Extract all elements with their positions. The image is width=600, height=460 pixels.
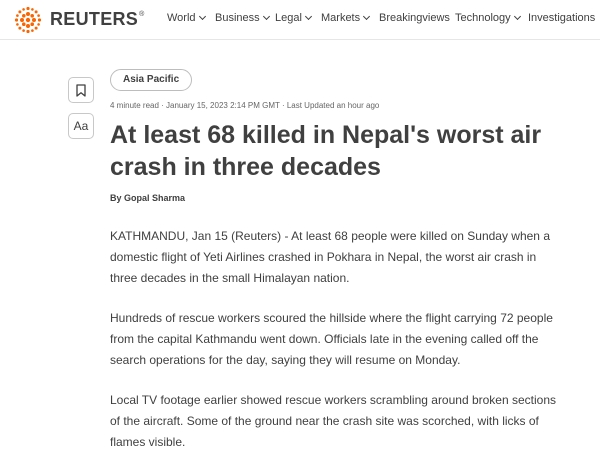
text-size-button[interactable]: Aa (68, 113, 94, 139)
nav-item-markets[interactable]: Markets (321, 12, 371, 24)
nav-label: Breakingviews (379, 12, 450, 24)
chevron-down-icon (262, 12, 270, 21)
chevron-down-icon (198, 12, 206, 21)
article-byline: By Gopal Sharma (110, 193, 186, 203)
nav-label: Markets (321, 12, 361, 24)
brand-wordmark[interactable]: REUTERS® (50, 9, 145, 30)
nav-item-breakingviews[interactable]: Breakingviews (379, 12, 450, 24)
nav-item-legal[interactable]: Legal (275, 12, 312, 24)
article-paragraph: Hundreds of rescue workers scoured the h… (110, 311, 553, 367)
section-tag[interactable]: Asia Pacific (110, 69, 193, 91)
nav-label: Technology (455, 12, 511, 24)
nav-label: Legal (275, 12, 302, 24)
article-paragraph: KATHMANDU, Jan 15 (Reuters) - At least 6… (110, 229, 550, 285)
bookmark-icon (76, 83, 86, 97)
article-paragraph: Local TV footage earlier showed rescue w… (110, 393, 557, 449)
chevron-down-icon (513, 12, 521, 21)
nav-item-technology[interactable]: Technology (455, 12, 521, 24)
nav-item-business[interactable]: Business (215, 12, 270, 24)
article-meta: 4 minute read · January 15, 2023 2:14 PM… (110, 101, 380, 110)
reuters-logo-icon[interactable] (13, 5, 43, 35)
nav-label: World (167, 12, 196, 24)
nav-item-investigations[interactable]: Investigations (528, 12, 595, 24)
chevron-down-icon (363, 12, 371, 21)
site-header: REUTERS® World Business Legal Markets Br… (0, 0, 600, 40)
nav-label: Investigations (528, 12, 596, 24)
nav-item-world[interactable]: World (167, 12, 206, 24)
brand-name: REUTERS (50, 9, 139, 29)
registered-mark: ® (139, 11, 145, 18)
article-headline: At least 68 killed in Nepal's worst air … (110, 121, 542, 181)
chevron-down-icon (304, 12, 312, 21)
nav-label: Business (215, 12, 260, 24)
text-size-label: Aa (73, 119, 89, 133)
bookmark-button[interactable] (68, 77, 94, 103)
